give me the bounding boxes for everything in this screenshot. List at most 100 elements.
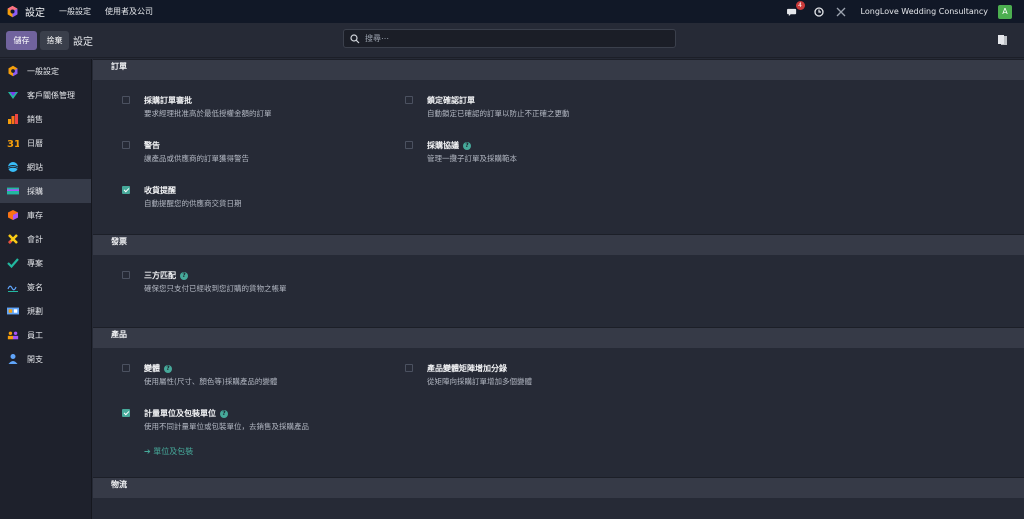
activity-clock-icon[interactable]	[813, 6, 825, 18]
planning-icon	[7, 305, 19, 317]
setting-description: 管理一攬子訂單及採購範本	[427, 154, 517, 163]
agreements-checkbox[interactable]	[405, 141, 413, 149]
setting-title-text: 變體	[144, 364, 160, 373]
sidebar-item-label: 日曆	[27, 138, 43, 148]
setting-description: 自動鎖定已確認的訂單以防止不正確之更動	[427, 109, 570, 118]
sidebar-item[interactable]: 簽名	[0, 275, 91, 299]
settings-sidebar: 一般設定客戶關係管理銷售 31 日曆網站採購庫存會計專案簽名規劃員工開支	[0, 59, 92, 519]
sidebar-item[interactable]: 網站	[0, 155, 91, 179]
sidebar-item[interactable]: 31 日曆	[0, 131, 91, 155]
sidebar-item-label: 銷售	[27, 114, 43, 124]
accounting-icon	[7, 233, 19, 245]
setting-title: 三方匹配?	[144, 270, 188, 281]
sidebar-item-label: 員工	[27, 330, 43, 340]
section-orders: 採購訂單審批 要求經理批准高於最低授權金額的訂單 鎖定確認訂單 自動鎖定已確認的…	[93, 80, 1024, 234]
sidebar-item[interactable]: 專案	[0, 251, 91, 275]
receipt-reminder-checkbox[interactable]	[122, 186, 130, 194]
section-header-products: 產品	[93, 327, 1024, 348]
menu-general-settings[interactable]: 一般設定	[59, 6, 91, 17]
setting-description: 要求經理批准高於最低授權金額的訂單	[144, 109, 272, 118]
help-icon[interactable]: ?	[164, 365, 172, 373]
section-header-logistics: 物流	[93, 477, 1024, 498]
navbar-systray: 4 LongLove Wedding Consultancy A	[787, 0, 1024, 23]
project-icon	[7, 257, 19, 269]
sidebar-item[interactable]: 庫存	[0, 203, 91, 227]
search-icon	[350, 33, 360, 43]
odoo-logo-icon[interactable]	[6, 5, 19, 18]
help-icon[interactable]: ?	[180, 272, 188, 280]
sidebar-item-label: 一般設定	[27, 66, 59, 76]
setting-title: 採購訂單審批	[144, 96, 192, 105]
search-placeholder: 搜尋⋯	[365, 34, 389, 43]
purchase-icon	[7, 185, 19, 197]
svg-text:31: 31	[7, 139, 19, 149]
arrow-right-icon: ➔	[144, 447, 151, 456]
sidebar-item[interactable]: 會計	[0, 227, 91, 251]
three-way-checkbox[interactable]	[122, 271, 130, 279]
section-invoicing: 三方匹配? 確保您只支付已經收到您訂購的貨物之帳單	[93, 255, 1024, 327]
top-navbar: 設定 一般設定 使用者及公司 4 LongLove Wedding Consul…	[0, 0, 1024, 23]
sidebar-item[interactable]: 規劃	[0, 299, 91, 323]
odoo-logo-icon	[7, 65, 19, 77]
uom-checkbox[interactable]	[122, 409, 130, 417]
setting-title-text: 三方匹配	[144, 271, 176, 280]
sidebar-item-label: 規劃	[27, 306, 43, 316]
setting-title: 產品變體矩陣增加分錄	[427, 364, 507, 373]
variants-checkbox[interactable]	[122, 364, 130, 372]
sidebar-item[interactable]: 一般設定	[0, 59, 91, 83]
po-approval-checkbox[interactable]	[122, 96, 130, 104]
control-panel: 儲存 捨棄 設定 搜尋⋯	[0, 23, 1024, 58]
company-name[interactable]: LongLove Wedding Consultancy	[861, 7, 988, 16]
lock-orders-checkbox[interactable]	[405, 96, 413, 104]
sidebar-item[interactable]: 採購	[0, 179, 91, 203]
employees-icon	[7, 329, 19, 341]
user-avatar[interactable]: A	[998, 4, 1012, 19]
link-label: 單位及包裝	[153, 447, 194, 456]
setting-description: 使用屬性(尺寸、顏色等)採購產品的變體	[144, 377, 278, 386]
website-icon	[7, 161, 19, 173]
sidebar-item-label: 採購	[27, 186, 43, 196]
expenses-icon	[7, 353, 19, 365]
setting-description: 從矩陣向採購訂單增加多個變體	[427, 377, 532, 386]
section-header-invoicing: 發票	[93, 234, 1024, 255]
help-icon[interactable]: ?	[220, 410, 228, 418]
sidebar-item-label: 庫存	[27, 210, 43, 220]
sidebar-item-label: 簽名	[27, 282, 43, 292]
section-header-orders: 訂單	[93, 59, 1024, 80]
variant-matrix-checkbox[interactable]	[405, 364, 413, 372]
debug-tools-icon[interactable]	[835, 6, 847, 18]
setting-description: 確保您只支付已經收到您訂購的貨物之帳單	[144, 284, 287, 293]
calendar-icon: 31	[7, 137, 19, 149]
units-packaging-link[interactable]: ➔ 單位及包裝	[144, 446, 193, 457]
setting-title: 採購協議?	[427, 140, 471, 151]
menu-users-companies[interactable]: 使用者及公司	[105, 6, 153, 17]
chat-badge: 4	[795, 0, 805, 10]
search-input[interactable]: 搜尋⋯	[343, 29, 676, 48]
sidebar-item[interactable]: 開支	[0, 347, 91, 371]
sidebar-item[interactable]: 銷售	[0, 107, 91, 131]
sidebar-item-label: 開支	[27, 354, 43, 364]
sidebar-item-label: 專案	[27, 258, 43, 268]
chat-icon[interactable]: 4	[787, 0, 805, 18]
sidebar-item[interactable]: 員工	[0, 323, 91, 347]
save-button[interactable]: 儲存	[6, 31, 37, 50]
setting-title: 變體?	[144, 363, 172, 374]
setting-title: 警告	[144, 141, 160, 150]
bookmark-icon[interactable]	[998, 35, 1007, 45]
setting-title: 計量單位及包裝單位?	[144, 408, 228, 419]
warnings-checkbox[interactable]	[122, 141, 130, 149]
app-title[interactable]: 設定	[25, 4, 45, 19]
setting-title-text: 採購協議	[427, 141, 459, 150]
sign-icon	[7, 281, 19, 293]
setting-description: 自動提醒您的供應商交貨日期	[144, 199, 242, 208]
sidebar-item-label: 會計	[27, 234, 43, 244]
section-products: 變體? 使用屬性(尺寸、顏色等)採購產品的變體 產品變體矩陣增加分錄 從矩陣向採…	[93, 348, 1024, 477]
help-icon[interactable]: ?	[463, 142, 471, 150]
setting-title-text: 計量單位及包裝單位	[144, 409, 216, 418]
settings-content: 訂單 採購訂單審批 要求經理批准高於最低授權金額的訂單 鎖定確認訂單 自動鎖定已…	[93, 59, 1024, 519]
setting-description: 讓產品或供應商的訂單獲得警告	[144, 154, 249, 163]
discard-button[interactable]: 捨棄	[40, 31, 69, 50]
inventory-icon	[7, 209, 19, 221]
setting-title: 鎖定確認訂單	[427, 96, 475, 105]
sidebar-item[interactable]: 客戶關係管理	[0, 83, 91, 107]
